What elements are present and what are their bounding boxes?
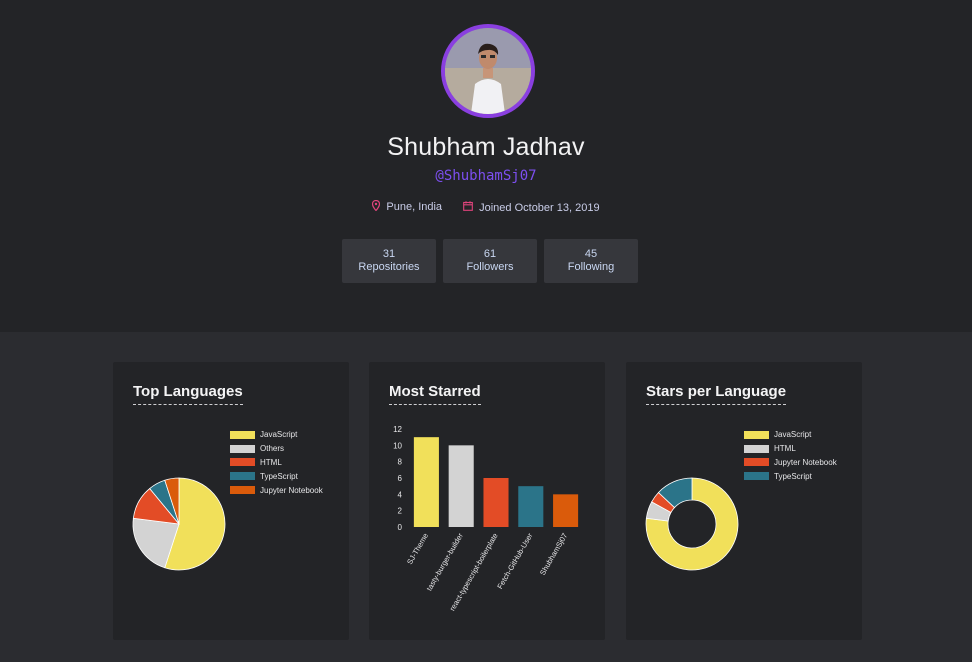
stat-label: Followers bbox=[466, 261, 514, 273]
stat-label: Following bbox=[567, 261, 615, 273]
bar-fetch-github-user[interactable] bbox=[518, 486, 544, 527]
location: Pune, India bbox=[372, 199, 443, 214]
stars-per-language-donut-chart bbox=[645, 477, 739, 571]
x-tick-label: SJ-Theme bbox=[405, 532, 430, 566]
stat-followers[interactable]: 61 Followers bbox=[443, 239, 537, 283]
y-tick-label: 0 bbox=[398, 523, 403, 532]
legend-label: Jupyter Notebook bbox=[260, 485, 323, 495]
legend-swatch bbox=[230, 430, 255, 439]
legend-item-html[interactable]: HTML bbox=[744, 442, 837, 456]
avatar bbox=[441, 24, 535, 118]
calendar-icon bbox=[463, 201, 473, 214]
stat-value: 61 bbox=[483, 248, 497, 260]
profile-header: Shubham Jadhav @ShubhamSj07 Pune, India … bbox=[0, 0, 972, 332]
legend-label: TypeScript bbox=[260, 471, 298, 481]
profile-handle-link[interactable]: @ShubhamSj07 bbox=[0, 168, 972, 184]
stat-value: 31 bbox=[382, 248, 396, 260]
legend-swatch bbox=[744, 444, 769, 453]
legend-item-typescript[interactable]: TypeScript bbox=[744, 469, 837, 483]
legend-item-typescript[interactable]: TypeScript bbox=[230, 469, 323, 483]
joined-date: Joined October 13, 2019 bbox=[463, 201, 600, 214]
legend-swatch bbox=[744, 430, 769, 439]
most-starred-bar-chart: 024681012SJ-Themetasty-burger-builderrea… bbox=[393, 425, 579, 613]
bar-sj-theme[interactable] bbox=[413, 437, 439, 527]
stat-value: 45 bbox=[584, 248, 598, 260]
legend-swatch bbox=[744, 458, 769, 467]
y-tick-label: 12 bbox=[393, 425, 402, 434]
legend-label: HTML bbox=[774, 444, 796, 454]
top-languages-pie-chart bbox=[132, 477, 226, 571]
y-tick-label: 6 bbox=[398, 474, 403, 483]
legend-swatch bbox=[744, 472, 769, 481]
stars-per-language-card: Stars per Language JavaScript HTML Jupyter… bbox=[626, 362, 862, 640]
y-tick-label: 10 bbox=[393, 441, 402, 450]
bar-react-typescript-boilerplate[interactable] bbox=[483, 478, 509, 527]
profile-meta: Pune, India Joined October 13, 2019 bbox=[0, 199, 972, 214]
joined-text: Joined October 13, 2019 bbox=[479, 201, 600, 214]
stats-bar: 31 Repositories 61 Followers 45 Followin… bbox=[342, 239, 638, 283]
legend-item-jupyter-notebook[interactable]: Jupyter Notebook bbox=[744, 456, 837, 470]
most-starred-card: Most Starred 0 2 4 6 8 10 12 SJ-Theme tasty-burg… bbox=[369, 362, 605, 640]
legend-item-javascript[interactable]: JavaScript bbox=[744, 428, 837, 442]
legend-swatch bbox=[230, 458, 255, 467]
legend-item-javascript[interactable]: JavaScript bbox=[230, 428, 323, 442]
legend-label: Jupyter Notebook bbox=[774, 457, 837, 467]
location-text: Pune, India bbox=[386, 201, 443, 213]
stat-repositories[interactable]: 31 Repositories bbox=[342, 239, 436, 283]
legend-swatch bbox=[230, 486, 255, 495]
legend-label: TypeScript bbox=[774, 471, 812, 481]
legend-swatch bbox=[230, 444, 255, 453]
y-tick-label: 8 bbox=[398, 458, 403, 467]
profile-name: Shubham Jadhav bbox=[387, 133, 585, 161]
stars-per-language-legend: JavaScript HTML Jupyter Notebook TypeScript bbox=[744, 428, 837, 483]
legend-item-jupyter-notebook[interactable]: Jupyter Notebook bbox=[230, 483, 323, 497]
map-pin-icon bbox=[372, 199, 381, 214]
legend-swatch bbox=[230, 472, 255, 481]
legend-label: JavaScript bbox=[774, 430, 812, 440]
x-tick-label: ShubhamSj07 bbox=[538, 532, 569, 577]
legend-label: Others bbox=[260, 444, 285, 454]
top-languages-legend: JavaScript Others HTML TypeScript Jupyter No… bbox=[230, 428, 323, 497]
stat-label: Repositories bbox=[358, 261, 420, 273]
y-tick-label: 4 bbox=[398, 490, 403, 499]
legend-label: JavaScript bbox=[260, 430, 298, 440]
legend-label: HTML bbox=[260, 457, 282, 467]
stat-following[interactable]: 45 Following bbox=[544, 239, 638, 283]
legend-item-html[interactable]: HTML bbox=[230, 456, 323, 470]
top-languages-card: Top Languages JavaScript Others HTML TypeSc… bbox=[113, 362, 349, 640]
legend-item-others[interactable]: Others bbox=[230, 442, 323, 456]
x-tick-label: Fetch-GitHub-User bbox=[495, 531, 535, 590]
bar-tasty-burger-builder[interactable] bbox=[448, 445, 474, 527]
x-tick-label: tasty-burger-builder bbox=[425, 531, 466, 592]
y-tick-label: 2 bbox=[398, 507, 403, 516]
bar-shubhamsj07[interactable] bbox=[553, 494, 579, 527]
